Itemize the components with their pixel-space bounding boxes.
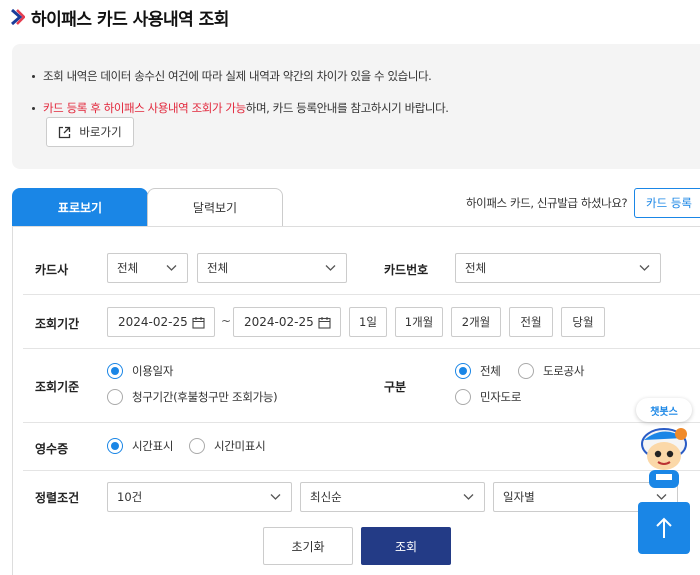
row-card: 카드사 전체 전체 카드번호 전체 <box>23 227 700 295</box>
basis-label: 조회기준 <box>35 380 80 394</box>
tab-table-view[interactable]: 표로보기 <box>12 188 148 226</box>
card-company-select-2[interactable]: 전체 <box>197 253 347 283</box>
sort-order-select[interactable]: 최신순 <box>300 482 485 512</box>
radio-category-private[interactable]: 민자도로 <box>455 389 521 405</box>
category-label: 구분 <box>384 380 407 394</box>
chatbot-widget[interactable]: 챗봇스 <box>636 398 700 490</box>
period-last-month-button[interactable]: 전월 <box>509 307 553 337</box>
period-this-month-button[interactable]: 당월 <box>561 307 605 337</box>
chevron-down-icon <box>656 494 667 500</box>
row-receipt: 영수증 시간표시 시간미표시 <box>23 423 700 471</box>
notice-line-1: 조회 내역은 데이터 송수신 여건에 따라 실제 내역과 약간의 차이가 있을 … <box>32 68 432 84</box>
radio-unchecked[interactable] <box>189 438 205 454</box>
radio-unchecked[interactable] <box>518 363 534 379</box>
chevron-down-icon <box>270 494 281 500</box>
sort-count-select[interactable]: 10건 <box>107 482 292 512</box>
start-date-input[interactable]: 2024-02-25 <box>107 307 215 337</box>
calendar-icon[interactable] <box>318 316 331 329</box>
calendar-icon[interactable] <box>192 316 205 329</box>
page-title: 하이패스 카드 사용내역 조회 <box>31 9 229 30</box>
bullet-icon <box>32 107 35 110</box>
search-form: 카드사 전체 전체 카드번호 전체 조회기간 2024-02-25 ~ 2024… <box>12 226 700 575</box>
bullet-icon <box>32 75 35 78</box>
card-register-button[interactable]: 카드 등록 <box>634 188 700 218</box>
date-range-separator: ~ <box>221 314 232 328</box>
receipt-label: 영수증 <box>35 442 69 456</box>
tab-calendar-view[interactable]: 달력보기 <box>147 188 283 226</box>
sort-label: 정렬조건 <box>35 491 80 505</box>
card-number-label: 카드번호 <box>384 263 429 277</box>
chevron-right-icon <box>11 8 25 26</box>
row-sort: 정렬조건 10건 최신순 일자별 <box>23 471 700 523</box>
radio-unchecked[interactable] <box>107 389 123 405</box>
register-question: 하이패스 카드, 신규발급 하셨나요? <box>466 196 628 210</box>
chatbot-mascot-icon[interactable] <box>636 424 700 490</box>
search-button[interactable]: 조회 <box>361 527 451 565</box>
notice-highlight: 카드 등록 후 하이패스 사용내역 조회가 가능 <box>43 101 246 115</box>
chevron-down-icon <box>325 265 336 271</box>
period-1day-button[interactable]: 1일 <box>349 307 387 337</box>
radio-basis-use-date[interactable]: 이용일자 <box>107 363 173 379</box>
chevron-down-icon <box>166 265 177 271</box>
scroll-top-button[interactable] <box>638 502 690 554</box>
shortcut-button[interactable]: 바로가기 <box>46 117 134 147</box>
page-header: 하이패스 카드 사용내역 조회 <box>9 5 229 30</box>
reset-button[interactable]: 초기화 <box>263 527 353 565</box>
radio-checked[interactable] <box>455 363 471 379</box>
period-label: 조회기간 <box>35 317 80 331</box>
radio-checked[interactable] <box>107 363 123 379</box>
arrow-up-icon <box>656 517 672 538</box>
period-1month-button[interactable]: 1개월 <box>395 307 443 337</box>
chatbot-label[interactable]: 챗봇스 <box>636 398 692 422</box>
external-link-icon <box>59 126 71 138</box>
radio-checked[interactable] <box>107 438 123 454</box>
notice-box: 조회 내역은 데이터 송수신 여건에 따라 실제 내역과 약간의 차이가 있을 … <box>12 44 700 169</box>
radio-receipt-hide-time[interactable]: 시간미표시 <box>189 438 266 454</box>
radio-basis-billing[interactable]: 청구기간(후불청구만 조회가능) <box>107 389 278 405</box>
radio-category-ex[interactable]: 도로공사 <box>518 363 584 379</box>
radio-category-all[interactable]: 전체 <box>455 363 501 379</box>
radio-receipt-show-time[interactable]: 시간표시 <box>107 438 173 454</box>
chevron-down-icon <box>639 265 650 271</box>
card-number-select[interactable]: 전체 <box>455 253 661 283</box>
card-company-select-1[interactable]: 전체 <box>107 253 188 283</box>
card-company-label: 카드사 <box>35 263 69 277</box>
radio-unchecked[interactable] <box>455 389 471 405</box>
period-2month-button[interactable]: 2개월 <box>451 307 501 337</box>
notice-line-2: 카드 등록 후 하이패스 사용내역 조회가 가능하며, 카드 등록안내를 참고하… <box>32 100 449 116</box>
row-period: 조회기간 2024-02-25 ~ 2024-02-25 1일 1개월 2개월 … <box>23 295 700 349</box>
row-basis: 조회기준 이용일자 청구기간(후불청구만 조회가능) 구분 전체 도로공사 민자… <box>23 349 700 423</box>
end-date-input[interactable]: 2024-02-25 <box>233 307 341 337</box>
chevron-down-icon <box>463 494 474 500</box>
